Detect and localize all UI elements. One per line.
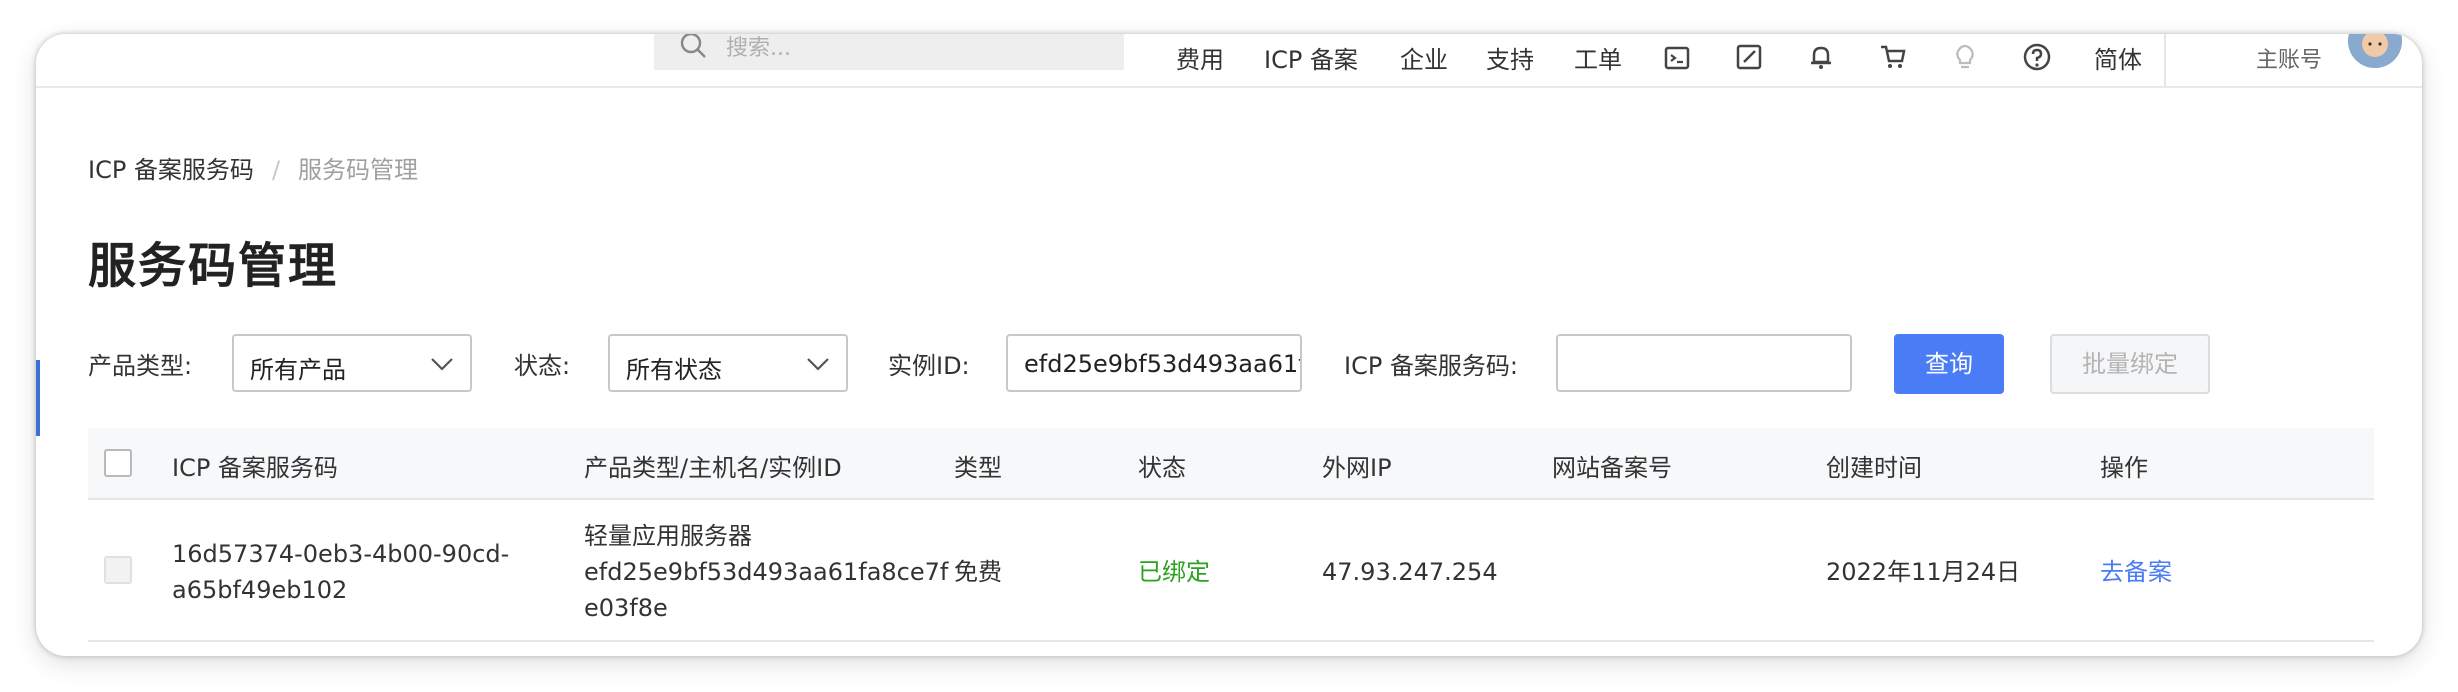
column-header-record-no: 网站备案号 xyxy=(1552,454,1672,482)
table-row: 16d57374-0eb3-4b00-90cd- a65bf49eb102 轻量… xyxy=(88,500,2374,642)
chevron-down-icon xyxy=(807,358,829,371)
go-filing-link[interactable]: 去备案 xyxy=(2100,554,2172,590)
service-code-line1: 16d57374-0eb3-4b00-90cd- xyxy=(172,540,510,568)
column-header-type: 类型 xyxy=(954,454,1002,482)
column-header-status: 状态 xyxy=(1138,454,1186,482)
instance-id-value: efd25e9bf53d493aa61fa8ce7fe03f8e xyxy=(1024,350,1302,378)
nav-icp-filing[interactable]: ICP 备案 xyxy=(1264,40,1358,75)
service-code-label: ICP 备案服务码: xyxy=(1344,352,1519,380)
nav-ticket[interactable]: 工单 xyxy=(1574,40,1622,75)
edit-icon[interactable] xyxy=(1734,42,1764,72)
app-window: 搜索... 费用 ICP 备案 企业 支持 工单 简体 主账号 ICP 备案服务… xyxy=(36,34,2422,656)
sidebar-active-indicator xyxy=(36,360,40,436)
instance-id-line2: e03f8e xyxy=(584,594,668,622)
query-button[interactable]: 查询 xyxy=(1894,334,2004,394)
page-title: 服务码管理 xyxy=(88,238,339,294)
nav-support[interactable]: 支持 xyxy=(1486,40,1534,75)
select-all-checkbox[interactable] xyxy=(104,449,132,477)
bell-icon[interactable] xyxy=(1806,42,1836,72)
column-header-product: 产品类型/主机名/实例ID xyxy=(584,454,842,482)
lightbulb-icon[interactable] xyxy=(1950,42,1980,72)
product-type-label: 产品类型: xyxy=(88,352,193,380)
column-header-created-at: 创建时间 xyxy=(1826,454,1922,482)
nav-enterprise[interactable]: 企业 xyxy=(1400,40,1448,75)
instance-id-label: 实例ID: xyxy=(888,352,970,380)
chevron-down-icon xyxy=(431,358,453,371)
status-value: 所有状态 xyxy=(626,356,722,384)
breadcrumb: ICP 备案服务码 / 服务码管理 xyxy=(88,150,418,185)
status-label: 状态: xyxy=(514,352,571,380)
search-icon xyxy=(680,34,706,58)
help-icon[interactable] xyxy=(2022,42,2052,72)
product-type-select[interactable]: 所有产品 xyxy=(232,334,472,392)
account-type-label[interactable]: 主账号 xyxy=(2256,42,2322,74)
breadcrumb-separator: / xyxy=(271,156,281,184)
product-type-text: 轻量应用服务器 xyxy=(584,522,752,550)
row-checkbox[interactable] xyxy=(104,556,132,584)
status-select[interactable]: 所有状态 xyxy=(608,334,848,392)
breadcrumb-root-link[interactable]: ICP 备案服务码 xyxy=(88,156,254,184)
search-placeholder: 搜索... xyxy=(726,36,791,61)
batch-bind-button[interactable]: 批量绑定 xyxy=(2050,334,2210,394)
nav-billing[interactable]: 费用 xyxy=(1176,40,1224,75)
avatar-face-icon xyxy=(2348,34,2402,68)
avatar[interactable] xyxy=(2348,34,2402,68)
type-cell: 免费 xyxy=(954,558,1002,586)
global-search-input[interactable]: 搜索... xyxy=(654,34,1124,70)
topbar-divider xyxy=(2164,34,2166,86)
table-header: ICP 备案服务码 产品类型/主机名/实例ID 类型 状态 外网IP 网站备案号… xyxy=(88,428,2374,500)
column-header-public-ip: 外网IP xyxy=(1322,454,1392,482)
cart-icon[interactable] xyxy=(1878,42,1908,72)
language-switch[interactable]: 简体 xyxy=(2094,40,2142,75)
cloud-shell-icon[interactable] xyxy=(1662,42,1692,72)
product-type-value: 所有产品 xyxy=(250,356,346,384)
column-header-actions: 操作 xyxy=(2100,454,2148,482)
service-code-input[interactable] xyxy=(1556,334,1852,392)
top-navigation-bar: 搜索... 费用 ICP 备案 企业 支持 工单 简体 主账号 xyxy=(36,34,2422,88)
created-at-cell: 2022年11月24日 xyxy=(1826,558,2021,586)
service-code-cell: 16d57374-0eb3-4b00-90cd- a65bf49eb102 xyxy=(172,536,509,608)
instance-id-line1: efd25e9bf53d493aa61fa8ce7f xyxy=(584,558,949,586)
service-code-line2: a65bf49eb102 xyxy=(172,576,348,604)
instance-id-input[interactable]: efd25e9bf53d493aa61fa8ce7fe03f8e xyxy=(1006,334,1302,392)
status-cell: 已绑定 xyxy=(1138,558,1210,586)
column-header-service-code: ICP 备案服务码 xyxy=(172,454,338,482)
product-cell: 轻量应用服务器 efd25e9bf53d493aa61fa8ce7f e03f8… xyxy=(584,518,948,626)
public-ip-cell: 47.93.247.254 xyxy=(1322,558,1498,586)
breadcrumb-current: 服务码管理 xyxy=(298,156,419,184)
